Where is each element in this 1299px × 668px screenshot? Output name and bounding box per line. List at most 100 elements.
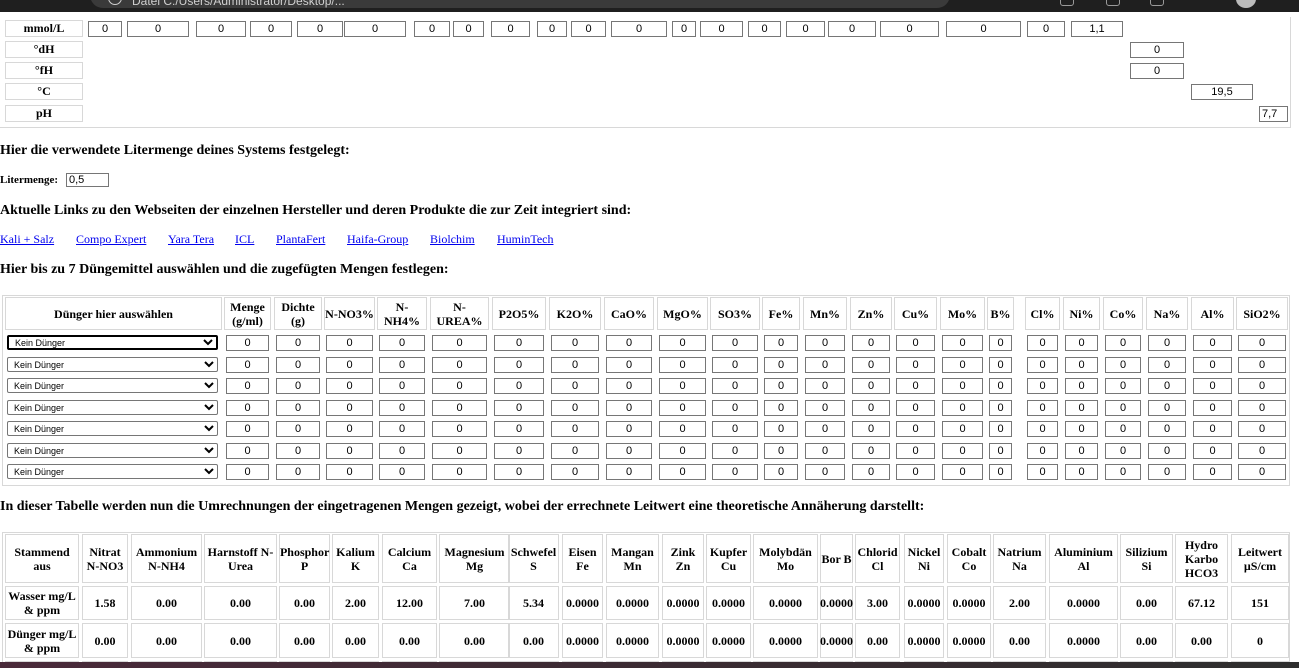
fertilizer-value-input[interactable] bbox=[551, 421, 599, 437]
fertilizer-value-input[interactable] bbox=[1148, 378, 1186, 394]
fertilizer-value-input[interactable] bbox=[805, 357, 845, 373]
fertilizer-value-input[interactable] bbox=[276, 357, 320, 373]
fertilizer-value-input[interactable] bbox=[1027, 421, 1058, 437]
mmol-input[interactable] bbox=[88, 21, 122, 37]
fertilizer-value-input[interactable] bbox=[805, 378, 845, 394]
mmol-input[interactable] bbox=[196, 21, 246, 37]
mmol-input[interactable] bbox=[537, 21, 567, 37]
fertilizer-value-input[interactable] bbox=[942, 400, 983, 416]
fertilizer-value-input[interactable] bbox=[276, 400, 320, 416]
mmol-input[interactable] bbox=[786, 21, 825, 37]
fertilizer-value-input[interactable] bbox=[379, 464, 425, 480]
fertilizer-value-input[interactable] bbox=[942, 378, 983, 394]
fertilizer-value-input[interactable] bbox=[1065, 464, 1098, 480]
fertilizer-value-input[interactable] bbox=[379, 400, 425, 416]
fertilizer-value-input[interactable] bbox=[805, 335, 845, 351]
fertilizer-value-input[interactable] bbox=[606, 443, 652, 459]
manufacturer-link[interactable]: Compo Expert bbox=[76, 232, 146, 247]
fertilizer-value-input[interactable] bbox=[326, 378, 373, 394]
fertilizer-value-input[interactable] bbox=[551, 378, 599, 394]
fertilizer-value-input[interactable] bbox=[606, 335, 652, 351]
fertilizer-value-input[interactable] bbox=[942, 443, 983, 459]
fertilizer-value-input[interactable] bbox=[659, 400, 706, 416]
fertilizer-value-input[interactable] bbox=[1238, 443, 1286, 459]
mmol-input[interactable] bbox=[414, 21, 450, 37]
liter-input[interactable] bbox=[66, 173, 109, 187]
temperature-input[interactable] bbox=[1191, 84, 1253, 100]
fertilizer-value-input[interactable] bbox=[1238, 464, 1286, 480]
fertilizer-value-input[interactable] bbox=[805, 400, 845, 416]
fertilizer-value-input[interactable] bbox=[1238, 400, 1286, 416]
fertilizer-value-input[interactable] bbox=[659, 464, 706, 480]
mmol-input[interactable] bbox=[491, 21, 530, 37]
manufacturer-link[interactable]: Biolchim bbox=[430, 232, 475, 247]
fertilizer-value-input[interactable] bbox=[379, 357, 425, 373]
fertilizer-value-input[interactable] bbox=[896, 443, 935, 459]
fertilizer-value-input[interactable] bbox=[1027, 335, 1058, 351]
fertilizer-value-input[interactable] bbox=[1238, 357, 1286, 373]
fertilizer-value-input[interactable] bbox=[1238, 335, 1286, 351]
fertilizer-value-input[interactable] bbox=[852, 400, 890, 416]
fertilizer-value-input[interactable] bbox=[326, 335, 373, 351]
fertilizer-value-input[interactable] bbox=[659, 421, 706, 437]
fertilizer-value-input[interactable] bbox=[432, 464, 487, 480]
fertilizer-value-input[interactable] bbox=[494, 443, 544, 459]
fertilizer-value-input[interactable] bbox=[1105, 443, 1141, 459]
fertilizer-value-input[interactable] bbox=[896, 357, 935, 373]
favorites-icon[interactable] bbox=[1106, 0, 1120, 6]
fertilizer-value-input[interactable] bbox=[226, 378, 269, 394]
fertilizer-value-input[interactable] bbox=[226, 464, 269, 480]
fertilizer-value-input[interactable] bbox=[712, 443, 758, 459]
mmol-input[interactable] bbox=[1027, 21, 1065, 37]
fertilizer-value-input[interactable] bbox=[896, 400, 935, 416]
fertilizer-value-input[interactable] bbox=[326, 443, 373, 459]
fertilizer-value-input[interactable] bbox=[659, 443, 706, 459]
fertilizer-select[interactable]: Kein Dünger bbox=[7, 443, 218, 458]
fertilizer-value-input[interactable] bbox=[1148, 443, 1186, 459]
fertilizer-value-input[interactable] bbox=[432, 357, 487, 373]
mmol-input[interactable] bbox=[946, 21, 1021, 37]
fertilizer-value-input[interactable] bbox=[379, 335, 425, 351]
fertilizer-value-input[interactable] bbox=[989, 443, 1012, 459]
fertilizer-value-input[interactable] bbox=[712, 378, 758, 394]
fertilizer-select[interactable]: Kein Dünger bbox=[7, 464, 218, 479]
fertilizer-value-input[interactable] bbox=[805, 464, 845, 480]
fertilizer-value-input[interactable] bbox=[942, 335, 983, 351]
fertilizer-value-input[interactable] bbox=[1148, 357, 1186, 373]
fertilizer-value-input[interactable] bbox=[494, 400, 544, 416]
fertilizer-value-input[interactable] bbox=[989, 335, 1012, 351]
fertilizer-value-input[interactable] bbox=[1193, 421, 1232, 437]
mmol-input[interactable] bbox=[344, 21, 406, 37]
fertilizer-value-input[interactable] bbox=[805, 421, 845, 437]
fertilizer-value-input[interactable] bbox=[606, 421, 652, 437]
fertilizer-value-input[interactable] bbox=[1148, 421, 1186, 437]
fertilizer-value-input[interactable] bbox=[712, 400, 758, 416]
fertilizer-value-input[interactable] bbox=[764, 400, 798, 416]
fertilizer-value-input[interactable] bbox=[712, 335, 758, 351]
fertilizer-value-input[interactable] bbox=[1193, 357, 1232, 373]
fertilizer-value-input[interactable] bbox=[432, 400, 487, 416]
fertilizer-value-input[interactable] bbox=[1193, 400, 1232, 416]
fertilizer-value-input[interactable] bbox=[1148, 464, 1186, 480]
fertilizer-value-input[interactable] bbox=[226, 421, 269, 437]
fertilizer-value-input[interactable] bbox=[276, 378, 320, 394]
fertilizer-value-input[interactable] bbox=[326, 421, 373, 437]
fertilizer-value-input[interactable] bbox=[942, 464, 983, 480]
fertilizer-value-input[interactable] bbox=[852, 357, 890, 373]
fertilizer-value-input[interactable] bbox=[1238, 378, 1286, 394]
manufacturer-link[interactable]: Yara Tera bbox=[168, 232, 214, 247]
fertilizer-value-input[interactable] bbox=[1193, 464, 1232, 480]
fertilizer-value-input[interactable] bbox=[1027, 443, 1058, 459]
fertilizer-value-input[interactable] bbox=[896, 335, 935, 351]
fertilizer-value-input[interactable] bbox=[764, 378, 798, 394]
fertilizer-value-input[interactable] bbox=[551, 464, 599, 480]
fertilizer-value-input[interactable] bbox=[326, 464, 373, 480]
fertilizer-value-input[interactable] bbox=[494, 335, 544, 351]
ph-input[interactable] bbox=[1259, 106, 1288, 122]
manufacturer-link[interactable]: HuminTech bbox=[497, 232, 553, 247]
fertilizer-select[interactable]: Kein Dünger bbox=[7, 335, 218, 350]
fertilizer-value-input[interactable] bbox=[551, 400, 599, 416]
mmol-input[interactable] bbox=[453, 21, 484, 37]
fertilizer-value-input[interactable] bbox=[1065, 335, 1098, 351]
mmol-input[interactable] bbox=[672, 21, 696, 37]
